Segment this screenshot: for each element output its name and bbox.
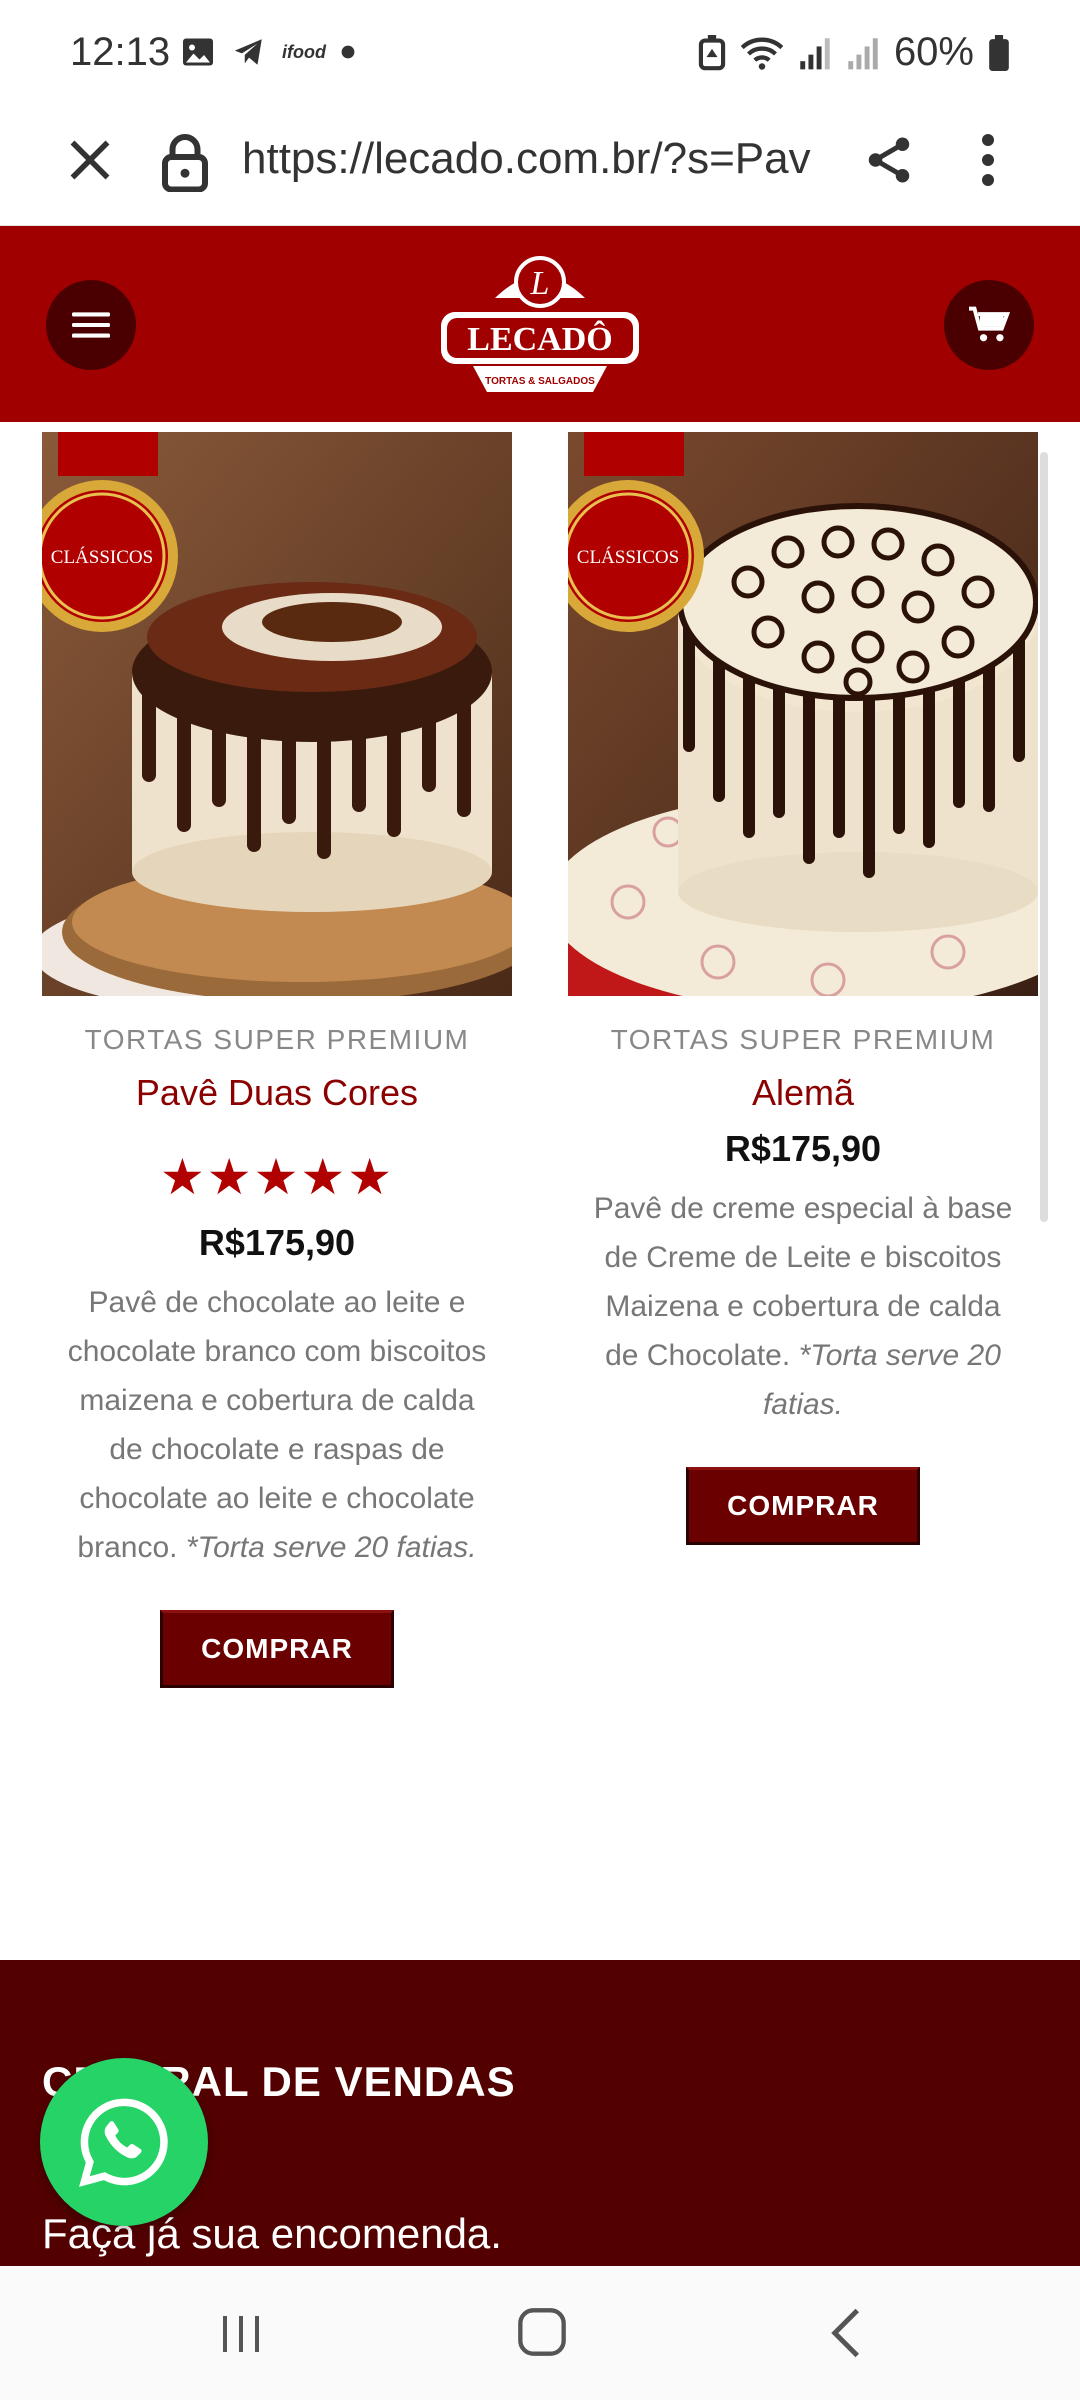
system-nav-bar: [0, 2266, 1080, 2400]
hamburger-icon: [72, 312, 110, 338]
classicos-badge: CLÁSSICOS: [51, 546, 153, 568]
product-description: Pavê de creme especial à base de Creme d…: [593, 1184, 1013, 1429]
product-image[interactable]: CLÁSSICOS: [568, 432, 1038, 996]
lock-icon[interactable]: [160, 132, 210, 192]
status-time: 12:13: [70, 30, 171, 74]
battery-icon: [989, 34, 1009, 71]
notification-icons: ifood: [180, 34, 356, 70]
ifood-icon: ifood: [282, 41, 326, 62]
share-icon[interactable]: [862, 130, 916, 190]
dot-icon: [341, 45, 355, 59]
product-card: CLÁSSICOS TORTAS SUPER PREMIUM Alemã R$1…: [568, 432, 1038, 1545]
product-name[interactable]: Alemã: [568, 1072, 1038, 1114]
signal-icon: [848, 37, 878, 69]
telegram-icon: [234, 39, 262, 65]
product-name[interactable]: Pavê Duas Cores: [42, 1072, 512, 1114]
serving-note: *Torta serve 20 fatias.: [185, 1531, 477, 1564]
home-icon[interactable]: [516, 2306, 568, 2358]
product-description: Pavê de chocolate ao leite e chocolate b…: [67, 1278, 487, 1572]
site-logo[interactable]: L LECADÔ TORTAS & SALGADOS: [433, 252, 647, 402]
system-icons: 60%: [698, 30, 1010, 75]
whatsapp-button[interactable]: [40, 2058, 208, 2226]
whatsapp-icon: [79, 2098, 168, 2187]
logo-brand-text: LECADÔ: [467, 320, 612, 358]
signal-icon: [800, 37, 830, 69]
battery-percent: 60%: [893, 30, 974, 74]
menu-button[interactable]: [46, 280, 136, 370]
wifi-icon: [740, 37, 784, 70]
rating-stars: ★★★★★: [159, 1149, 395, 1205]
logo-tagline: TORTAS & SALGADOS: [485, 376, 595, 387]
more-options-icon[interactable]: [968, 130, 1008, 190]
recent-apps-icon[interactable]: [216, 2310, 266, 2358]
product-image[interactable]: CLÁSSICOS: [42, 432, 512, 996]
cart-icon: [969, 306, 1011, 342]
description-text: Pavê de chocolate ao leite e chocolate b…: [67, 1286, 487, 1564]
product-card: CLÁSSICOS TORTAS SUPER PREMIUM Pavê Duas…: [42, 432, 512, 1688]
close-icon[interactable]: [60, 130, 120, 190]
back-icon[interactable]: [826, 2306, 866, 2360]
image-icon: [183, 38, 213, 66]
product-price: R$175,90: [724, 1128, 882, 1169]
status-bar: 12:13 ifood 60%: [0, 0, 1080, 100]
product-category: TORTAS SUPER PREMIUM: [84, 1024, 470, 1055]
product-category: TORTAS SUPER PREMIUM: [610, 1024, 996, 1055]
url-field[interactable]: https://lecado.com.br/?s=Pav: [242, 134, 820, 194]
classicos-badge: CLÁSSICOS: [577, 546, 679, 568]
alarm-icon: [698, 34, 726, 70]
product-price: R$175,90: [198, 1222, 356, 1263]
buy-button[interactable]: COMPRAR: [160, 1610, 394, 1688]
page-scrollbar[interactable]: [1040, 452, 1048, 1222]
site-header: L LECADÔ TORTAS & SALGADOS: [0, 226, 1080, 422]
serving-note: *Torta serve 20 fatias.: [762, 1339, 1001, 1421]
buy-button[interactable]: COMPRAR: [686, 1467, 920, 1545]
svg-text:L: L: [530, 265, 550, 302]
cart-button[interactable]: [944, 280, 1034, 370]
browser-toolbar: https://lecado.com.br/?s=Pav: [0, 100, 1080, 226]
